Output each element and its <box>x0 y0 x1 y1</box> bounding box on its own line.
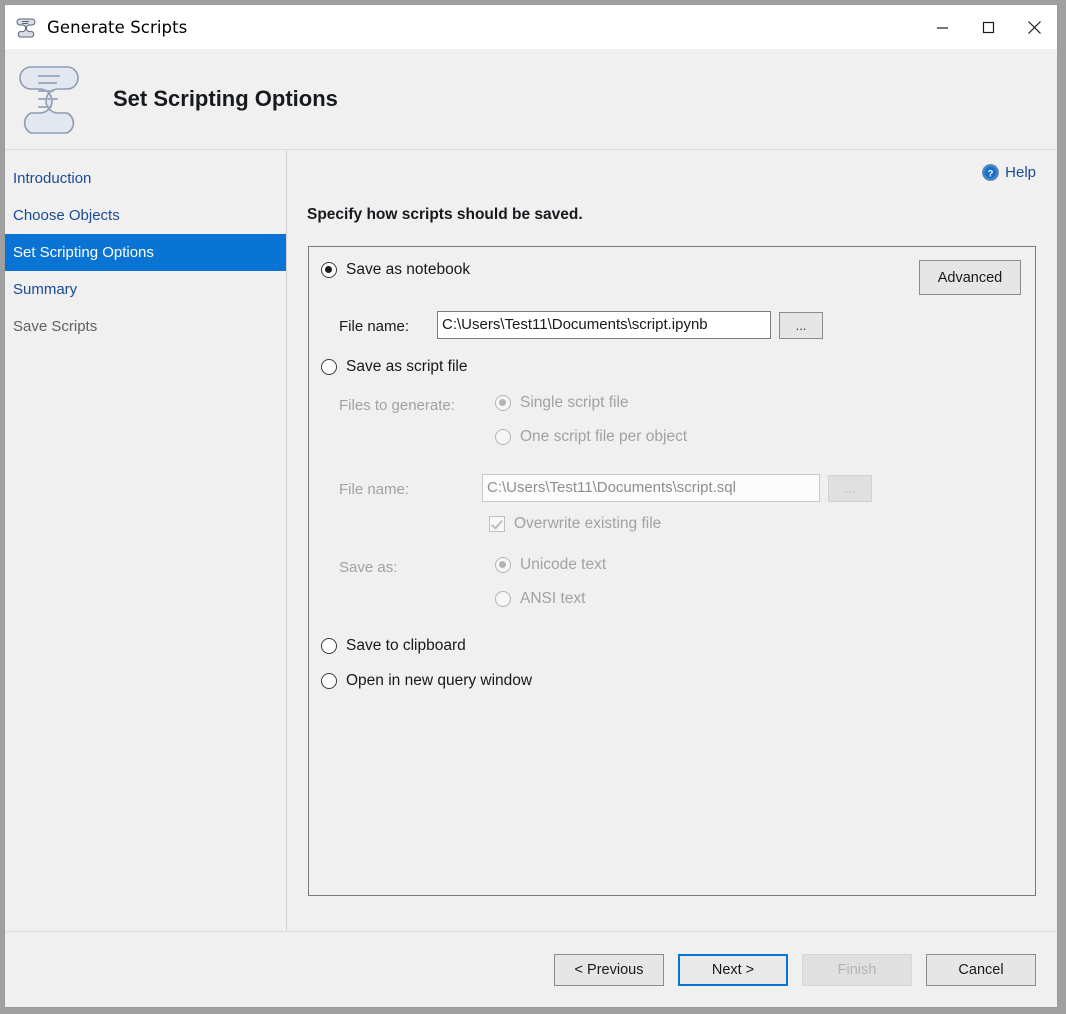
close-icon[interactable] <box>1011 5 1057 49</box>
radio-indicator <box>495 429 511 445</box>
script-file-name-label: File name: <box>339 481 409 498</box>
sidebar-item-summary[interactable]: Summary <box>5 271 286 308</box>
svg-text:?: ? <box>988 168 994 179</box>
radio-one-script-file-per-object: One script file per object <box>495 428 687 446</box>
radio-indicator <box>495 591 511 607</box>
radio-ansi-text-label: ANSI text <box>520 590 585 608</box>
wizard-content: ? Help Specify how scripts should be sav… <box>287 150 1057 931</box>
save-as-label: Save as: <box>339 559 397 576</box>
previous-button[interactable]: < Previous <box>554 954 664 986</box>
files-to-generate-label: Files to generate: <box>339 397 455 414</box>
wizard-footer: < Previous Next > Finish Cancel <box>5 931 1057 1007</box>
checkbox-overwrite-existing-file: Overwrite existing file <box>489 515 661 533</box>
next-button[interactable]: Next > <box>678 954 788 986</box>
sidebar-item-choose-objects[interactable]: Choose Objects <box>5 197 286 234</box>
notebook-browse-button[interactable]: ... <box>779 312 823 339</box>
instruction-text: Specify how scripts should be saved. <box>307 206 1057 224</box>
finish-button: Finish <box>802 954 912 986</box>
radio-save-as-script-file[interactable]: Save as script file <box>321 358 467 376</box>
radio-single-script-file: Single script file <box>495 394 629 412</box>
script-file-name-input: C:\Users\Test11\Documents\script.sql <box>482 474 820 502</box>
radio-indicator <box>321 673 337 689</box>
script-browse-button: ... <box>828 475 872 502</box>
window-body: Introduction Choose Objects Set Scriptin… <box>5 149 1057 931</box>
help-row: ? Help <box>287 150 1057 186</box>
generate-scripts-window: Generate Scripts Set Scripting Options I… <box>4 4 1058 1008</box>
sidebar-item-save-scripts: Save Scripts <box>5 308 286 345</box>
radio-indicator <box>321 359 337 375</box>
wizard-sidebar: Introduction Choose Objects Set Scriptin… <box>5 150 287 931</box>
help-circle-icon: ? <box>982 164 999 181</box>
notebook-file-name-label: File name: <box>339 318 409 335</box>
sidebar-item-set-scripting-options[interactable]: Set Scripting Options <box>5 234 286 271</box>
radio-save-as-script-file-label: Save as script file <box>346 358 467 376</box>
page-title: Set Scripting Options <box>113 86 338 112</box>
radio-save-to-clipboard-label: Save to clipboard <box>346 637 466 655</box>
radio-open-in-new-query-window-label: Open in new query window <box>346 672 532 690</box>
advanced-button[interactable]: Advanced <box>919 260 1021 295</box>
checkbox-overwrite-label: Overwrite existing file <box>514 515 661 533</box>
radio-one-script-file-per-object-label: One script file per object <box>520 428 687 446</box>
radio-save-as-notebook[interactable]: Save as notebook <box>321 261 470 279</box>
radio-indicator <box>495 395 511 411</box>
radio-ansi-text: ANSI text <box>495 590 585 608</box>
script-scroll-icon <box>15 16 37 38</box>
radio-indicator <box>495 557 511 573</box>
radio-unicode-text-label: Unicode text <box>520 556 606 574</box>
checkbox-indicator <box>489 516 505 532</box>
help-link[interactable]: ? Help <box>982 164 1036 181</box>
save-options-panel: Advanced Save as notebook File name: C:\… <box>308 246 1036 896</box>
radio-unicode-text: Unicode text <box>495 556 606 574</box>
radio-indicator <box>321 262 337 278</box>
minimize-icon[interactable] <box>919 5 965 49</box>
radio-save-to-clipboard[interactable]: Save to clipboard <box>321 637 466 655</box>
title-bar: Generate Scripts <box>5 5 1057 49</box>
cancel-button[interactable]: Cancel <box>926 954 1036 986</box>
window-controls <box>919 5 1057 49</box>
script-scroll-icon <box>19 61 81 137</box>
maximize-icon[interactable] <box>965 5 1011 49</box>
notebook-file-name-input[interactable]: C:\Users\Test11\Documents\script.ipynb <box>437 311 771 339</box>
radio-indicator <box>321 638 337 654</box>
page-header: Set Scripting Options <box>5 49 1057 149</box>
help-label: Help <box>1005 164 1036 181</box>
radio-save-as-notebook-label: Save as notebook <box>346 261 470 279</box>
window-title: Generate Scripts <box>47 18 187 37</box>
sidebar-item-introduction[interactable]: Introduction <box>5 160 286 197</box>
radio-single-script-file-label: Single script file <box>520 394 629 412</box>
radio-open-in-new-query-window[interactable]: Open in new query window <box>321 672 532 690</box>
